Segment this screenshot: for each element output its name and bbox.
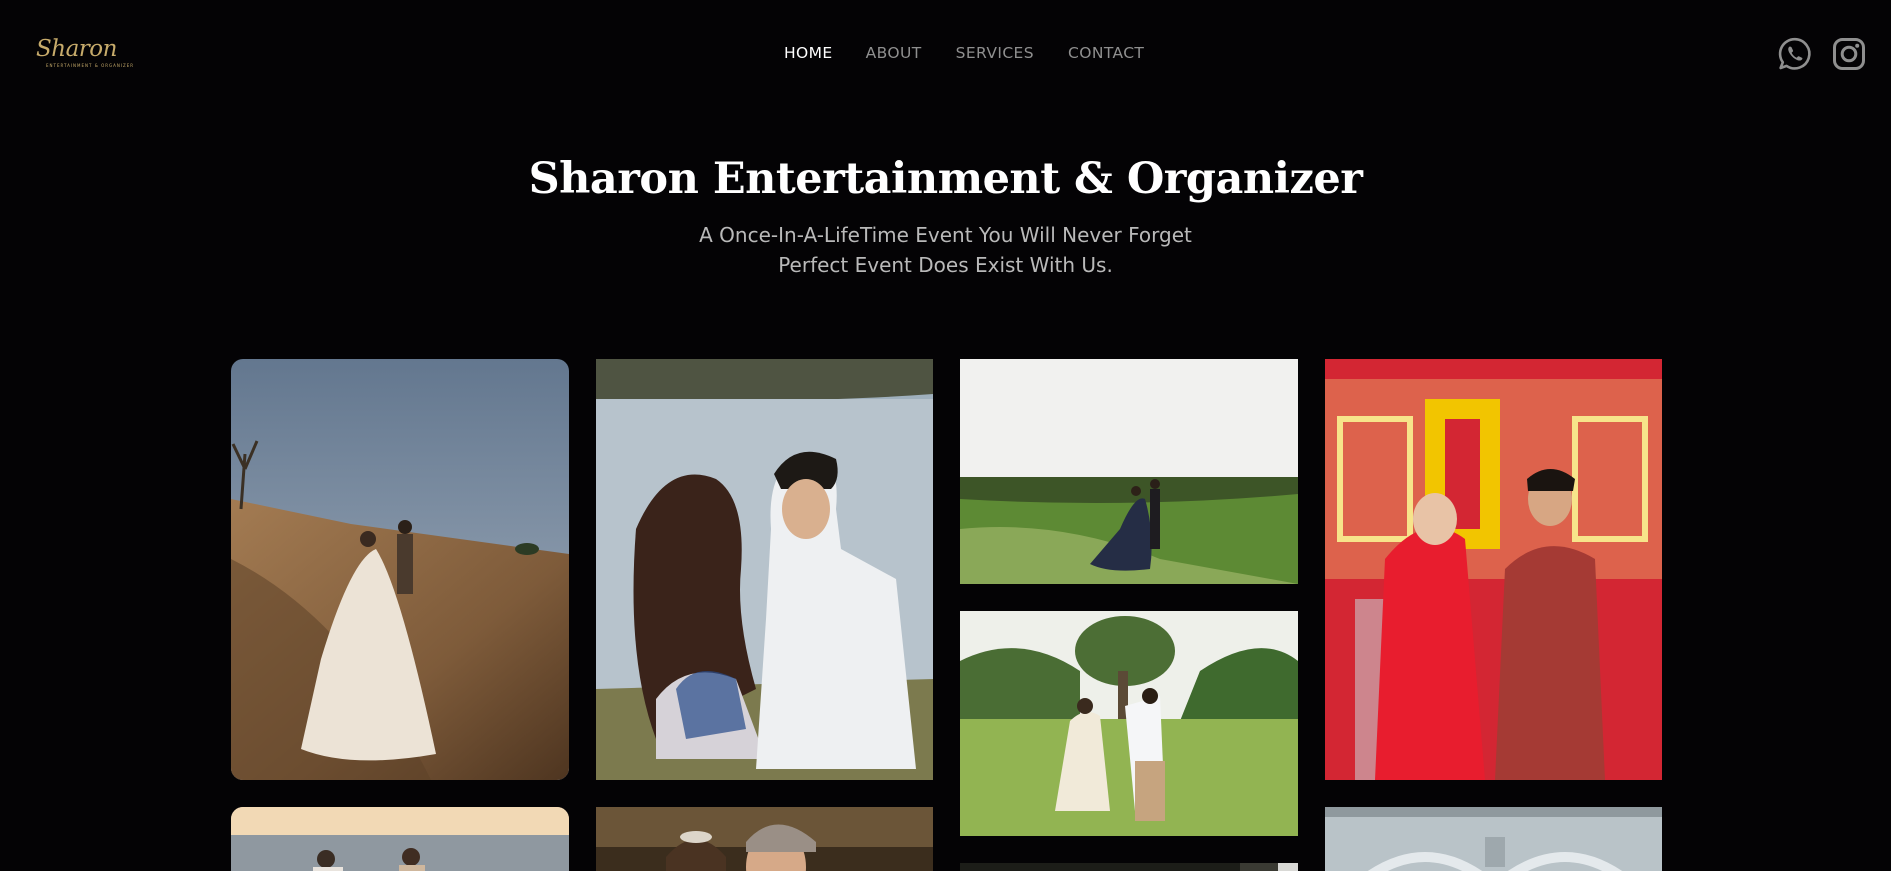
hero-subtitle-line2: Perfect Event Does Exist With Us.	[778, 253, 1113, 277]
gallery-photo-beach-couple[interactable]	[231, 807, 569, 871]
main-nav: HOME ABOUT SERVICES CONTACT	[784, 44, 1144, 62]
logo-subtext: ENTERTAINMENT & ORGANIZER	[46, 63, 135, 68]
gallery-photo-tiara-couple[interactable]	[596, 807, 933, 871]
gallery-photo-park-couple[interactable]	[960, 611, 1298, 836]
nav-services[interactable]: SERVICES	[956, 44, 1034, 62]
whatsapp-icon[interactable]	[1777, 36, 1813, 76]
gallery-photo-desert-couple[interactable]	[231, 359, 569, 780]
gallery-photo-building[interactable]	[1325, 807, 1662, 871]
brand-logo[interactable]: Sharon ENTERTAINMENT & ORGANIZER	[36, 38, 134, 68]
logo-text: Sharon	[36, 36, 117, 62]
gallery-photo-lake-couple[interactable]	[596, 359, 933, 780]
page-title: Sharon Entertainment & Organizer	[528, 154, 1363, 204]
hero-subtitle-line1: A Once-In-A-LifeTime Event You Will Neve…	[699, 223, 1192, 247]
nav-contact[interactable]: CONTACT	[1068, 44, 1144, 62]
instagram-icon[interactable]	[1831, 36, 1867, 76]
gallery-photo-dark-scene[interactable]	[960, 863, 1298, 871]
nav-home[interactable]: HOME	[784, 44, 833, 62]
page: Sharon ENTERTAINMENT & ORGANIZER HOME AB…	[0, 0, 1891, 871]
gallery-photo-cheongsam-couple[interactable]	[1325, 359, 1662, 780]
nav-about[interactable]: ABOUT	[866, 44, 922, 62]
gallery-photo-hilltop-couple[interactable]	[960, 359, 1298, 584]
